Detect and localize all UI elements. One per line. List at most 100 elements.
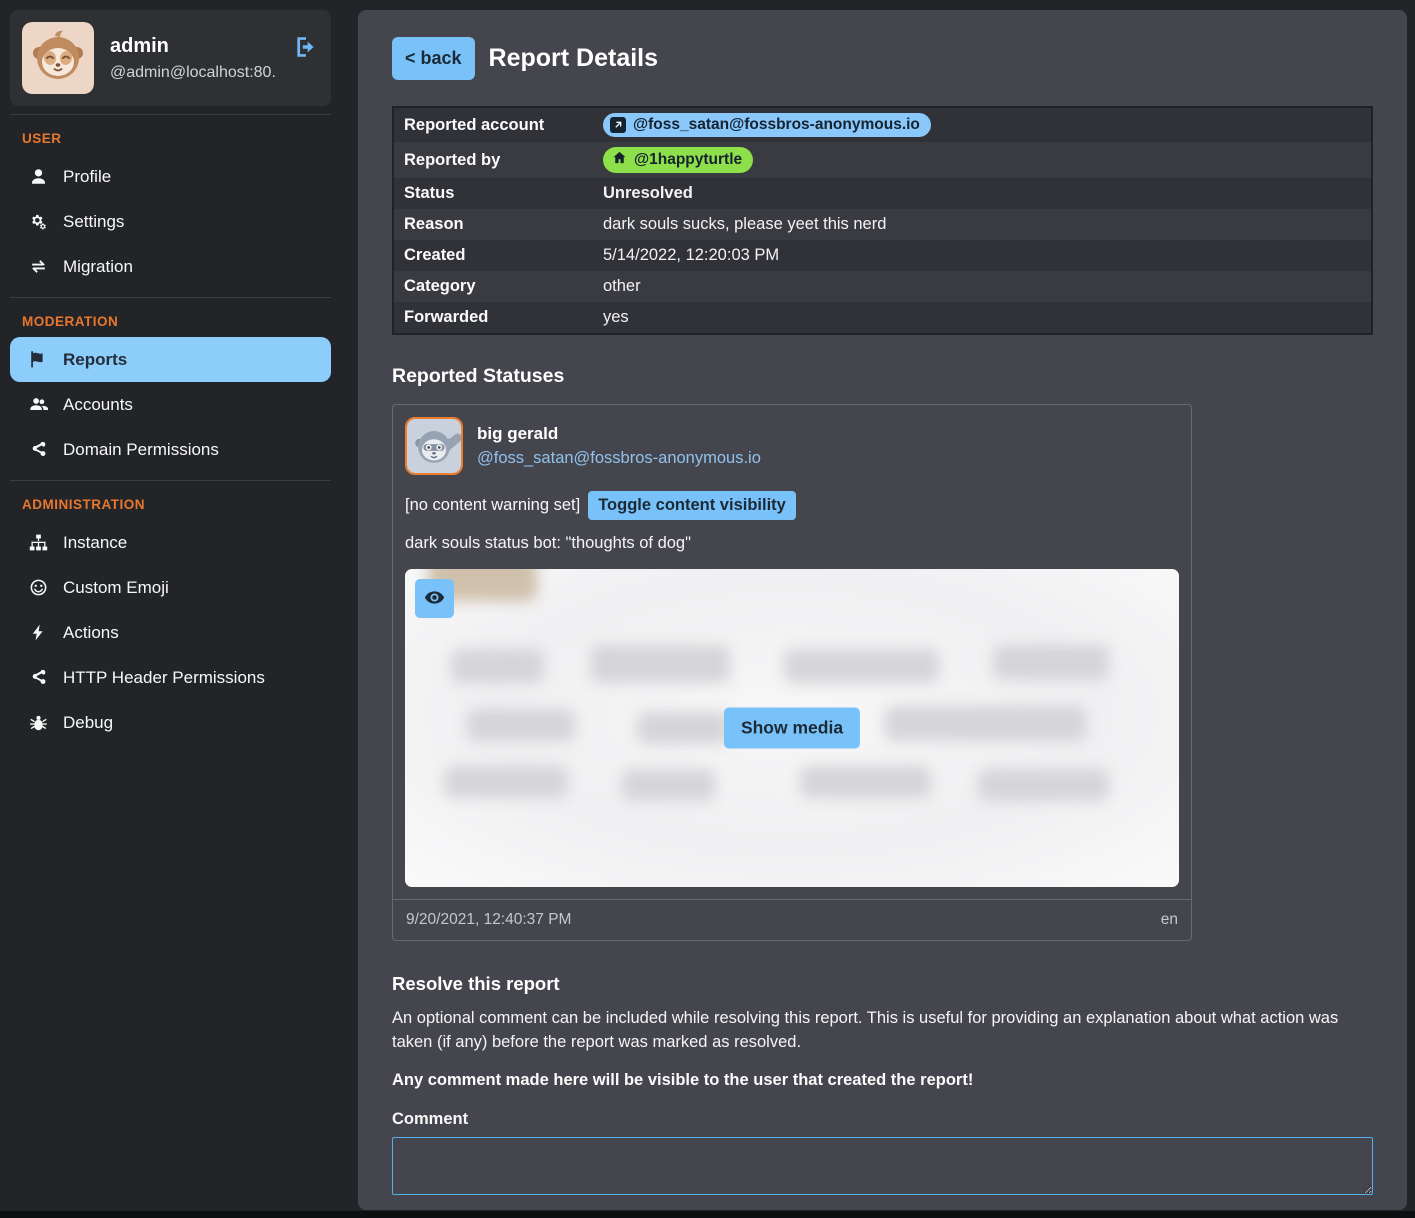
field-label: Reported account xyxy=(393,107,593,142)
media-sensitive-eye-button[interactable] xyxy=(415,579,454,618)
sidebar-divider xyxy=(10,480,331,481)
blur-blob xyxy=(885,706,1086,741)
section-label-moderation: MODERATION xyxy=(22,314,341,329)
users-icon xyxy=(28,395,48,414)
sidebar-item-label: Settings xyxy=(63,212,124,232)
field-label: Status xyxy=(393,178,593,209)
reported-by-pill[interactable]: @1happyturtle xyxy=(603,147,753,173)
table-row: Forwarded yes xyxy=(393,302,1372,334)
user-avatar xyxy=(22,22,94,94)
reported-statuses-heading: Reported Statuses xyxy=(392,365,1373,388)
report-details-table: Reported account @foss_satan@fossbros-an… xyxy=(392,106,1373,335)
comment-input[interactable] xyxy=(392,1137,1373,1195)
table-row: Status Unresolved xyxy=(393,178,1372,209)
user-handle: @admin@localhost:80... xyxy=(110,64,277,82)
field-value: @1happyturtle xyxy=(593,142,1372,178)
user-icon xyxy=(28,167,48,186)
field-value: dark souls sucks, please yeet this nerd xyxy=(593,209,1372,240)
sidebar-item-label: HTTP Header Permissions xyxy=(63,668,265,688)
swap-arrows-icon xyxy=(28,257,48,276)
blur-blob xyxy=(467,709,575,741)
sidebar-item-reports[interactable]: Reports xyxy=(10,337,331,382)
sidebar-item-migration[interactable]: Migration xyxy=(10,244,331,289)
sidebar-item-http-header-permissions[interactable]: HTTP Header Permissions xyxy=(10,655,331,700)
status-footer: 9/20/2021, 12:40:37 PM en xyxy=(393,899,1191,940)
sidebar-item-label: Domain Permissions xyxy=(63,440,219,460)
resolve-heading: Resolve this report xyxy=(392,973,1373,995)
sidebar-item-domain-permissions[interactable]: Domain Permissions xyxy=(10,427,331,472)
blur-blob xyxy=(800,766,932,798)
status-avatar xyxy=(405,417,463,475)
section-label-administration: ADMINISTRATION xyxy=(22,497,341,512)
sidebar-item-actions[interactable]: Actions xyxy=(10,610,331,655)
sidebar-item-label: Reports xyxy=(63,350,127,370)
back-button[interactable]: < back xyxy=(392,37,475,80)
status-display-name: big gerald xyxy=(477,424,761,444)
main-panel: < back Report Details Reported account @… xyxy=(358,10,1407,1210)
sidebar: admin @admin@localhost:80... USER Profil… xyxy=(0,0,341,1218)
eye-icon xyxy=(424,587,445,611)
toggle-content-visibility-button[interactable]: Toggle content visibility xyxy=(588,491,796,520)
gears-icon xyxy=(28,212,48,231)
sidebar-divider xyxy=(10,297,331,298)
page-header: < back Report Details xyxy=(392,37,1373,80)
status-media-attachment[interactable]: Show media xyxy=(405,569,1179,887)
sign-out-icon xyxy=(293,48,319,63)
content-warning-note: [no content warning set] xyxy=(405,496,580,515)
nav-list-moderation: Reports Accounts Domain Permissions xyxy=(10,337,331,472)
field-value: @foss_satan@fossbros-anonymous.io xyxy=(593,107,1372,142)
field-value: 5/14/2022, 12:20:03 PM xyxy=(593,240,1372,271)
field-value: yes xyxy=(593,302,1372,334)
sidebar-item-label: Instance xyxy=(63,533,127,553)
resolve-warning: Any comment made here will be visible to… xyxy=(392,1071,1373,1090)
sidebar-item-instance[interactable]: Instance xyxy=(10,520,331,565)
blur-blob xyxy=(978,769,1110,801)
status-author: big gerald @foss_satan@fossbros-anonymou… xyxy=(477,424,761,468)
blur-blob xyxy=(444,766,568,798)
blur-blob xyxy=(451,649,544,684)
status-handle-link[interactable]: @foss_satan@fossbros-anonymous.io xyxy=(477,449,761,468)
bottom-scrollbar-track[interactable] xyxy=(0,1211,1415,1218)
table-row: Category other xyxy=(393,271,1372,302)
sidebar-item-label: Custom Emoji xyxy=(63,578,169,598)
page-title: Report Details xyxy=(489,44,658,73)
blur-blob xyxy=(637,712,730,744)
show-media-button[interactable]: Show media xyxy=(724,708,860,749)
resolve-description: An optional comment can be included whil… xyxy=(392,1007,1373,1055)
sidebar-item-label: Actions xyxy=(63,623,119,643)
home-icon xyxy=(612,150,627,170)
admin-panel-page: admin @admin@localhost:80... USER Profil… xyxy=(0,0,1415,1218)
blur-blob xyxy=(591,645,730,683)
sidebar-divider xyxy=(10,114,331,115)
table-row: Reported account @foss_satan@fossbros-an… xyxy=(393,107,1372,142)
reported-account-pill[interactable]: @foss_satan@fossbros-anonymous.io xyxy=(603,113,931,137)
nav-list-administration: Instance Custom Emoji Actions HTTP Heade… xyxy=(10,520,331,745)
logout-button[interactable] xyxy=(293,34,319,63)
field-label: Forwarded xyxy=(393,302,593,334)
table-row: Created 5/14/2022, 12:20:03 PM xyxy=(393,240,1372,271)
sidebar-item-debug[interactable]: Debug xyxy=(10,700,331,745)
section-label-user: USER xyxy=(22,131,341,146)
status-timestamp: 9/20/2021, 12:40:37 PM xyxy=(406,911,571,929)
user-name: admin xyxy=(110,35,277,58)
share-nodes-icon xyxy=(28,668,48,687)
sidebar-item-accounts[interactable]: Accounts xyxy=(10,382,331,427)
status-header: big gerald @foss_satan@fossbros-anonymou… xyxy=(405,417,1179,475)
sidebar-item-settings[interactable]: Settings xyxy=(10,199,331,244)
sidebar-item-label: Profile xyxy=(63,167,111,187)
flag-icon xyxy=(28,350,48,369)
sidebar-item-label: Accounts xyxy=(63,395,133,415)
bolt-icon xyxy=(28,623,48,642)
sidebar-item-custom-emoji[interactable]: Custom Emoji xyxy=(10,565,331,610)
status-card: big gerald @foss_satan@fossbros-anonymou… xyxy=(392,404,1192,941)
status-text: dark souls status bot: "thoughts of dog" xyxy=(405,534,1179,553)
blur-blob xyxy=(993,645,1109,680)
field-label: Category xyxy=(393,271,593,302)
content-warning-row: [no content warning set] Toggle content … xyxy=(405,491,1179,520)
comment-label: Comment xyxy=(392,1110,1373,1129)
status-value: Unresolved xyxy=(593,178,1372,209)
field-label: Reported by xyxy=(393,142,593,178)
bug-icon xyxy=(28,713,48,732)
user-card[interactable]: admin @admin@localhost:80... xyxy=(10,10,331,106)
sidebar-item-profile[interactable]: Profile xyxy=(10,154,331,199)
